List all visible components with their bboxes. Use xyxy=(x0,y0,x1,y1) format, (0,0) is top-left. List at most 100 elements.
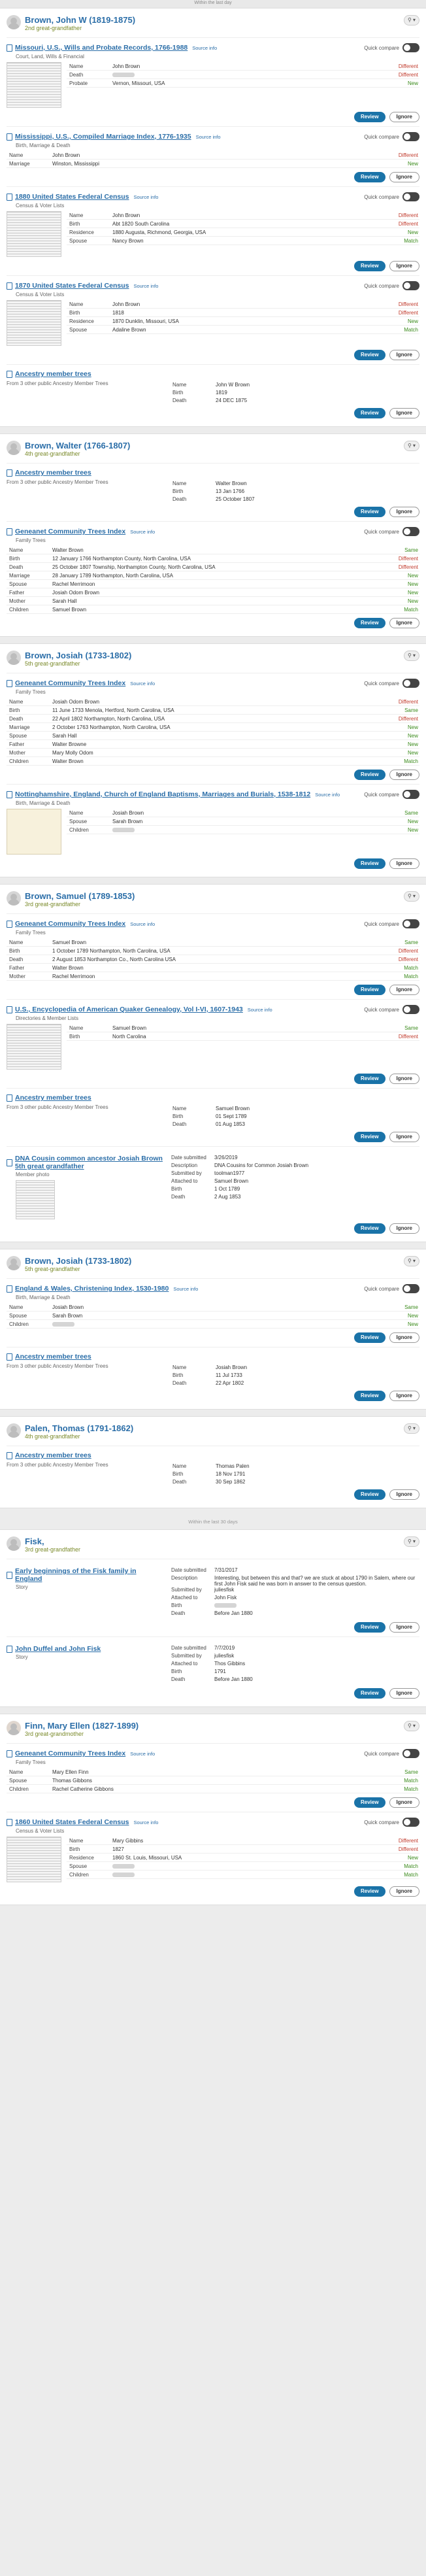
ignore-button[interactable]: Ignore xyxy=(389,858,419,869)
media-title-link[interactable]: John Duffel and John Fisk xyxy=(15,1645,101,1653)
tree-title-link[interactable]: Ancestry member trees xyxy=(15,370,91,378)
hint-count-button[interactable]: ⚲ ▾ xyxy=(404,1423,419,1434)
source-info-link[interactable]: Source info xyxy=(130,681,155,686)
ignore-button[interactable]: Ignore xyxy=(389,112,419,122)
person-name[interactable]: Brown, Samuel (1789-1853) xyxy=(25,891,135,901)
record-image-thumbnail[interactable] xyxy=(7,1024,61,1070)
review-button[interactable]: Review xyxy=(353,261,385,271)
review-button[interactable]: Review xyxy=(353,408,385,418)
quick-compare-toggle[interactable] xyxy=(402,192,419,201)
ignore-button[interactable]: Ignore xyxy=(389,985,419,995)
source-info-link[interactable]: Source info xyxy=(196,134,221,140)
ignore-button[interactable]: Ignore xyxy=(389,618,419,628)
review-button[interactable]: Review xyxy=(353,112,385,122)
person-name[interactable]: Palen, Thomas (1791-1862) xyxy=(25,1423,133,1433)
source-info-link[interactable]: Source info xyxy=(134,194,159,200)
review-button[interactable]: Review xyxy=(353,350,385,360)
review-button[interactable]: Review xyxy=(353,507,385,517)
quick-compare-toggle[interactable] xyxy=(402,43,419,52)
hint-count-button[interactable]: ⚲ ▾ xyxy=(404,441,419,451)
record-image-thumbnail[interactable] xyxy=(7,809,61,855)
tree-title-link[interactable]: Ancestry member trees xyxy=(15,1353,91,1361)
quick-compare-toggle[interactable] xyxy=(402,1749,419,1758)
quick-compare-toggle[interactable] xyxy=(402,281,419,290)
record-title-link[interactable]: Geneanet Community Trees Index xyxy=(15,528,125,535)
review-button[interactable]: Review xyxy=(353,1886,385,1897)
record-title-link[interactable]: Missouri, U.S., Wills and Probate Record… xyxy=(15,44,188,52)
review-button[interactable]: Review xyxy=(353,1074,385,1084)
review-button[interactable]: Review xyxy=(353,1688,385,1699)
record-title-link[interactable]: 1860 United States Federal Census xyxy=(15,1818,129,1826)
ignore-button[interactable]: Ignore xyxy=(389,1489,419,1500)
review-button[interactable]: Review xyxy=(353,1332,385,1343)
person-name[interactable]: Brown, John W (1819-1875) xyxy=(25,15,135,25)
ignore-button[interactable]: Ignore xyxy=(389,507,419,517)
hint-count-button[interactable]: ⚲ ▾ xyxy=(404,891,419,902)
review-button[interactable]: Review xyxy=(353,858,385,869)
ignore-button[interactable]: Ignore xyxy=(389,1132,419,1142)
hint-count-button[interactable]: ⚲ ▾ xyxy=(404,1721,419,1731)
review-button[interactable]: Review xyxy=(353,770,385,780)
hint-count-button[interactable]: ⚲ ▾ xyxy=(404,651,419,661)
review-button[interactable]: Review xyxy=(353,985,385,995)
media-thumbnail[interactable] xyxy=(16,1180,55,1219)
quick-compare-toggle[interactable] xyxy=(402,679,419,688)
quick-compare-toggle[interactable] xyxy=(402,919,419,928)
record-title-link[interactable]: 1870 United States Federal Census xyxy=(15,282,129,290)
source-info-link[interactable]: Source info xyxy=(134,283,159,289)
quick-compare-toggle[interactable] xyxy=(402,132,419,141)
media-title-link[interactable]: DNA Cousin common ancestor Josiah Brown … xyxy=(15,1155,163,1170)
quick-compare-toggle[interactable] xyxy=(402,1818,419,1827)
media-title-link[interactable]: Early beginnings of the Fisk family in E… xyxy=(15,1567,163,1583)
person-name[interactable]: Brown, Walter (1766-1807) xyxy=(25,441,130,450)
source-info-link[interactable]: Source info xyxy=(130,1751,155,1757)
review-button[interactable]: Review xyxy=(353,172,385,182)
ignore-button[interactable]: Ignore xyxy=(389,1797,419,1808)
review-button[interactable]: Review xyxy=(353,1489,385,1500)
ignore-button[interactable]: Ignore xyxy=(389,1223,419,1234)
record-title-link[interactable]: Nottinghamshire, England, Church of Engl… xyxy=(15,790,310,798)
review-button[interactable]: Review xyxy=(353,1391,385,1401)
source-info-link[interactable]: Source info xyxy=(192,45,217,51)
record-image-thumbnail[interactable] xyxy=(7,62,61,108)
ignore-button[interactable]: Ignore xyxy=(389,172,419,182)
ignore-button[interactable]: Ignore xyxy=(389,1074,419,1084)
person-name[interactable]: Brown, Josiah (1733-1802) xyxy=(25,1256,131,1266)
ignore-button[interactable]: Ignore xyxy=(389,1391,419,1401)
source-info-link[interactable]: Source info xyxy=(248,1007,272,1013)
record-title-link[interactable]: Geneanet Community Trees Index xyxy=(15,679,125,687)
person-name[interactable]: Finn, Mary Ellen (1827-1899) xyxy=(25,1721,139,1731)
quick-compare-toggle[interactable] xyxy=(402,527,419,536)
ignore-button[interactable]: Ignore xyxy=(389,261,419,271)
source-info-link[interactable]: Source info xyxy=(315,792,340,798)
hint-count-button[interactable]: ⚲ ▾ xyxy=(404,15,419,25)
record-title-link[interactable]: Geneanet Community Trees Index xyxy=(15,1750,125,1757)
source-info-link[interactable]: Source info xyxy=(130,529,155,535)
hint-count-button[interactable]: ⚲ ▾ xyxy=(404,1536,419,1547)
review-button[interactable]: Review xyxy=(353,1132,385,1142)
tree-title-link[interactable]: Ancestry member trees xyxy=(15,1451,91,1459)
ignore-button[interactable]: Ignore xyxy=(389,770,419,780)
person-name[interactable]: Brown, Josiah (1733-1802) xyxy=(25,651,131,660)
ignore-button[interactable]: Ignore xyxy=(389,350,419,360)
ignore-button[interactable]: Ignore xyxy=(389,1332,419,1343)
ignore-button[interactable]: Ignore xyxy=(389,1886,419,1897)
record-title-link[interactable]: Geneanet Community Trees Index xyxy=(15,920,125,928)
ignore-button[interactable]: Ignore xyxy=(389,1688,419,1699)
review-button[interactable]: Review xyxy=(353,1223,385,1234)
person-name[interactable]: Fisk, xyxy=(25,1536,80,1546)
record-title-link[interactable]: Mississippi, U.S., Compiled Marriage Ind… xyxy=(15,133,191,141)
review-button[interactable]: Review xyxy=(353,618,385,628)
source-info-link[interactable]: Source info xyxy=(134,1820,159,1825)
quick-compare-toggle[interactable] xyxy=(402,1005,419,1014)
source-info-link[interactable]: Source info xyxy=(130,921,155,927)
ignore-button[interactable]: Ignore xyxy=(389,1622,419,1633)
record-image-thumbnail[interactable] xyxy=(7,211,61,257)
record-title-link[interactable]: England & Wales, Christening Index, 1530… xyxy=(15,1285,169,1293)
quick-compare-toggle[interactable] xyxy=(402,790,419,799)
tree-title-link[interactable]: Ancestry member trees xyxy=(15,469,91,477)
tree-title-link[interactable]: Ancestry member trees xyxy=(15,1094,91,1102)
review-button[interactable]: Review xyxy=(353,1622,385,1633)
record-image-thumbnail[interactable] xyxy=(7,1837,61,1882)
record-image-thumbnail[interactable] xyxy=(7,300,61,346)
